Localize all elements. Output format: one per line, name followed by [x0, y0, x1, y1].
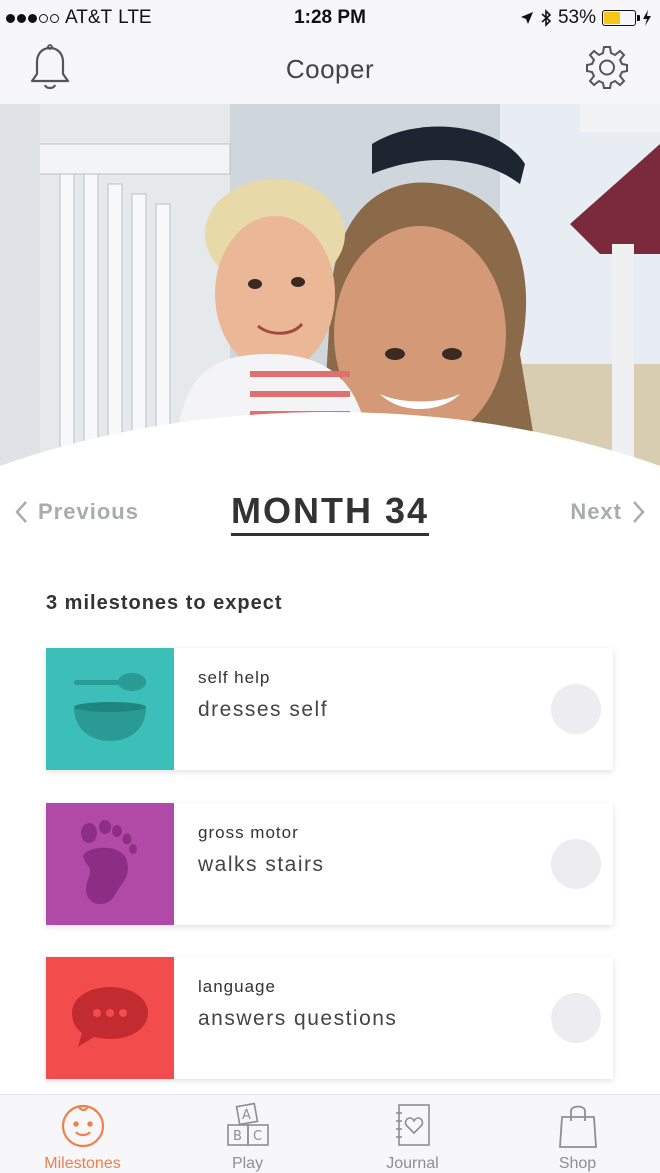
next-label: Next: [570, 499, 622, 524]
svg-text:A: A: [242, 1108, 251, 1123]
shopping-bag-icon: [558, 1105, 597, 1148]
app-header: Cooper: [0, 36, 660, 104]
milestone-category: language: [198, 977, 276, 996]
svg-text:C: C: [253, 1129, 262, 1144]
battery-icon: [602, 10, 640, 26]
journal-heart-icon: [395, 1104, 430, 1146]
hero-photo: [0, 104, 660, 474]
milestone-tile: [46, 803, 174, 925]
milestone-card[interactable]: self help dresses self: [46, 648, 613, 770]
gear-icon[interactable]: [584, 44, 630, 90]
chevron-right-icon: [633, 501, 645, 523]
battery-percent: 53%: [557, 7, 596, 28]
location-arrow-icon: [520, 12, 533, 24]
milestone-category: self help: [198, 668, 271, 687]
month-title-text: MONTH 34: [230, 490, 430, 536]
tab-journal[interactable]: Journal: [330, 1095, 495, 1173]
next-button[interactable]: Next: [570, 499, 646, 525]
milestone-description: dresses self: [198, 698, 329, 721]
status-right: 53%: [520, 7, 652, 29]
charging-bolt-icon: [643, 10, 651, 26]
milestone-card[interactable]: gross motor walks stairs: [46, 803, 613, 925]
milestone-checkbox[interactable]: [551, 684, 601, 734]
tab-milestones[interactable]: Milestones: [0, 1095, 165, 1173]
tab-shop[interactable]: Shop: [495, 1095, 660, 1173]
tab-label: Shop: [558, 1155, 597, 1172]
month-title: MONTH 34: [0, 490, 660, 536]
milestone-tile: [46, 648, 174, 770]
baby-face-icon: [61, 1104, 104, 1148]
milestone-count: 3 milestones to expect: [46, 592, 283, 614]
svg-text:B: B: [233, 1129, 242, 1144]
bowl-spoon-icon: [74, 673, 146, 741]
bluetooth-icon: [541, 9, 552, 27]
milestone-description: walks stairs: [198, 853, 325, 876]
tab-label: Milestones: [44, 1155, 121, 1172]
milestone-checkbox[interactable]: [551, 839, 601, 889]
footprint-icon: [81, 820, 137, 904]
tab-label: Play: [231, 1155, 264, 1172]
tab-bar: Milestones A B C Play Journal Shop: [0, 1094, 660, 1173]
abc-blocks-icon: A B C: [226, 1102, 269, 1146]
milestone-tile: [46, 957, 174, 1079]
month-navigation: Previous MONTH 34 Next: [0, 484, 660, 544]
speech-bubble-icon: [72, 987, 148, 1047]
status-bar: AT&T LTE 1:28 PM 53%: [0, 0, 660, 36]
milestone-card[interactable]: language answers questions: [46, 957, 613, 1079]
tab-label: Journal: [386, 1155, 439, 1172]
milestone-category: gross motor: [198, 823, 299, 842]
page-title: Cooper: [285, 54, 375, 84]
milestone-description: answers questions: [198, 1007, 398, 1030]
tab-play[interactable]: A B C Play: [165, 1095, 330, 1173]
milestone-checkbox[interactable]: [551, 993, 601, 1043]
